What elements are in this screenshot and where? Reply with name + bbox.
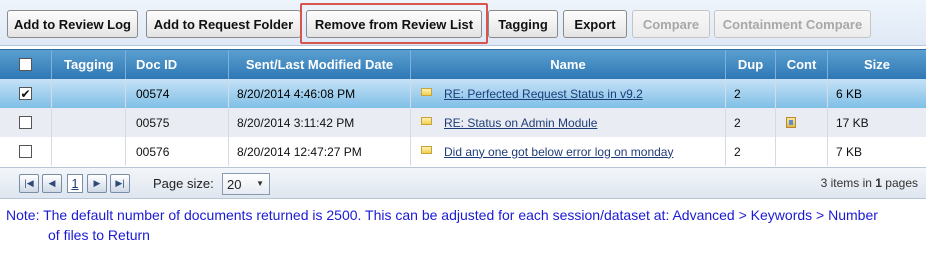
size-cell: 7 KB [836,144,863,159]
first-page-button[interactable]: |◀ [19,174,39,193]
email-icon [421,145,432,154]
items-info: 3 items in 1 pages [821,176,918,190]
select-all-cell [0,50,52,79]
date-cell: 8/20/2014 4:46:08 PM [229,79,411,108]
row-checkbox[interactable] [19,116,32,129]
date-cell: 8/20/2014 3:11:42 PM [229,108,411,137]
table-row[interactable]: 00576 8/20/2014 12:47:27 PM Did any one … [0,137,926,166]
row-checkbox[interactable]: ✔ [19,87,32,100]
toolbar: Add to Review Log Add to Request Folder … [0,0,926,46]
add-to-request-folder-button[interactable]: Add to Request Folder [146,10,301,38]
document-name-link[interactable]: RE: Perfected Request Status in v9.2 [444,87,643,101]
row-checkbox[interactable] [19,145,32,158]
page-number-1[interactable]: 1 [67,174,83,193]
export-button[interactable]: Export [563,10,627,38]
note-line-1: Note: The default number of documents re… [6,207,878,223]
cont-cell [776,79,828,108]
header-dup[interactable]: Dup [726,50,776,79]
tagging-cell [52,79,126,108]
add-to-review-log-button[interactable]: Add to Review Log [7,10,138,38]
items-info-suffix: pages [881,176,918,190]
tagging-cell [52,137,126,166]
cont-cell [776,137,828,166]
header-size[interactable]: Size [828,50,926,79]
dup-cell: 2 [726,79,776,108]
doc-id-cell: 00574 [126,79,229,108]
dup-cell: 2 [726,108,776,137]
grid-header: Tagging Doc ID Sent/Last Modified Date N… [0,49,926,79]
table-row[interactable]: ✔ 00574 8/20/2014 4:46:08 PM RE: Perfect… [0,79,926,108]
header-name[interactable]: Name [411,50,726,79]
document-name-link[interactable]: Did any one got below error log on monda… [444,145,673,159]
next-page-button[interactable]: ▶ [87,174,107,193]
header-doc-id[interactable]: Doc ID [126,50,229,79]
doc-id-cell: 00575 [126,108,229,137]
table-row[interactable]: 00575 8/20/2014 3:11:42 PM RE: Status on… [0,108,926,137]
previous-page-button[interactable]: ◀ [42,174,62,193]
highlight-box [300,3,488,44]
tagging-button[interactable]: Tagging [488,10,558,38]
dup-cell: 2 [726,137,776,166]
header-tagging[interactable]: Tagging [52,50,126,79]
row-select-cell: ✔ [0,79,52,108]
name-cell: RE: Perfected Request Status in v9.2 [411,79,726,108]
items-info-prefix: 3 items in [820,176,876,190]
document-name-link[interactable]: RE: Status on Admin Module [444,116,597,130]
date-cell: 8/20/2014 12:47:27 PM [229,137,411,166]
doc-id-cell: 00576 [126,137,229,166]
document-review-panel: Add to Review Log Add to Request Folder … [0,0,926,255]
name-cell: RE: Status on Admin Module [411,108,726,137]
header-date[interactable]: Sent/Last Modified Date [229,50,411,79]
row-select-cell [0,108,52,137]
page-size-select[interactable]: 20 ▼ [222,173,270,195]
email-icon [421,116,432,125]
items-info-pages-count: 1 [875,176,882,190]
size-cell: 17 KB [836,115,869,130]
last-page-button[interactable]: ▶| [110,174,130,193]
row-select-cell [0,137,52,166]
results-note: Note: The default number of documents re… [6,205,922,245]
compare-button[interactable]: Compare [632,10,710,38]
name-cell: Did any one got below error log on monda… [411,137,726,166]
header-cont[interactable]: Cont [776,50,828,79]
tagging-cell [52,108,126,137]
page-size-value: 20 [227,176,242,192]
note-line-2: of files to Return [48,227,150,243]
pager: |◀ ◀ 1 ▶ ▶| Page size: 20 ▼ 3 items in 1… [0,167,926,199]
attachment-icon[interactable] [786,117,796,128]
select-all-checkbox[interactable] [19,58,32,71]
size-cell: 6 KB [836,86,863,101]
page-size-label: Page size: [153,176,214,191]
chevron-down-icon: ▼ [256,179,264,188]
cont-cell [776,108,828,137]
containment-compare-button[interactable]: Containment Compare [714,10,871,38]
email-icon [421,87,432,96]
